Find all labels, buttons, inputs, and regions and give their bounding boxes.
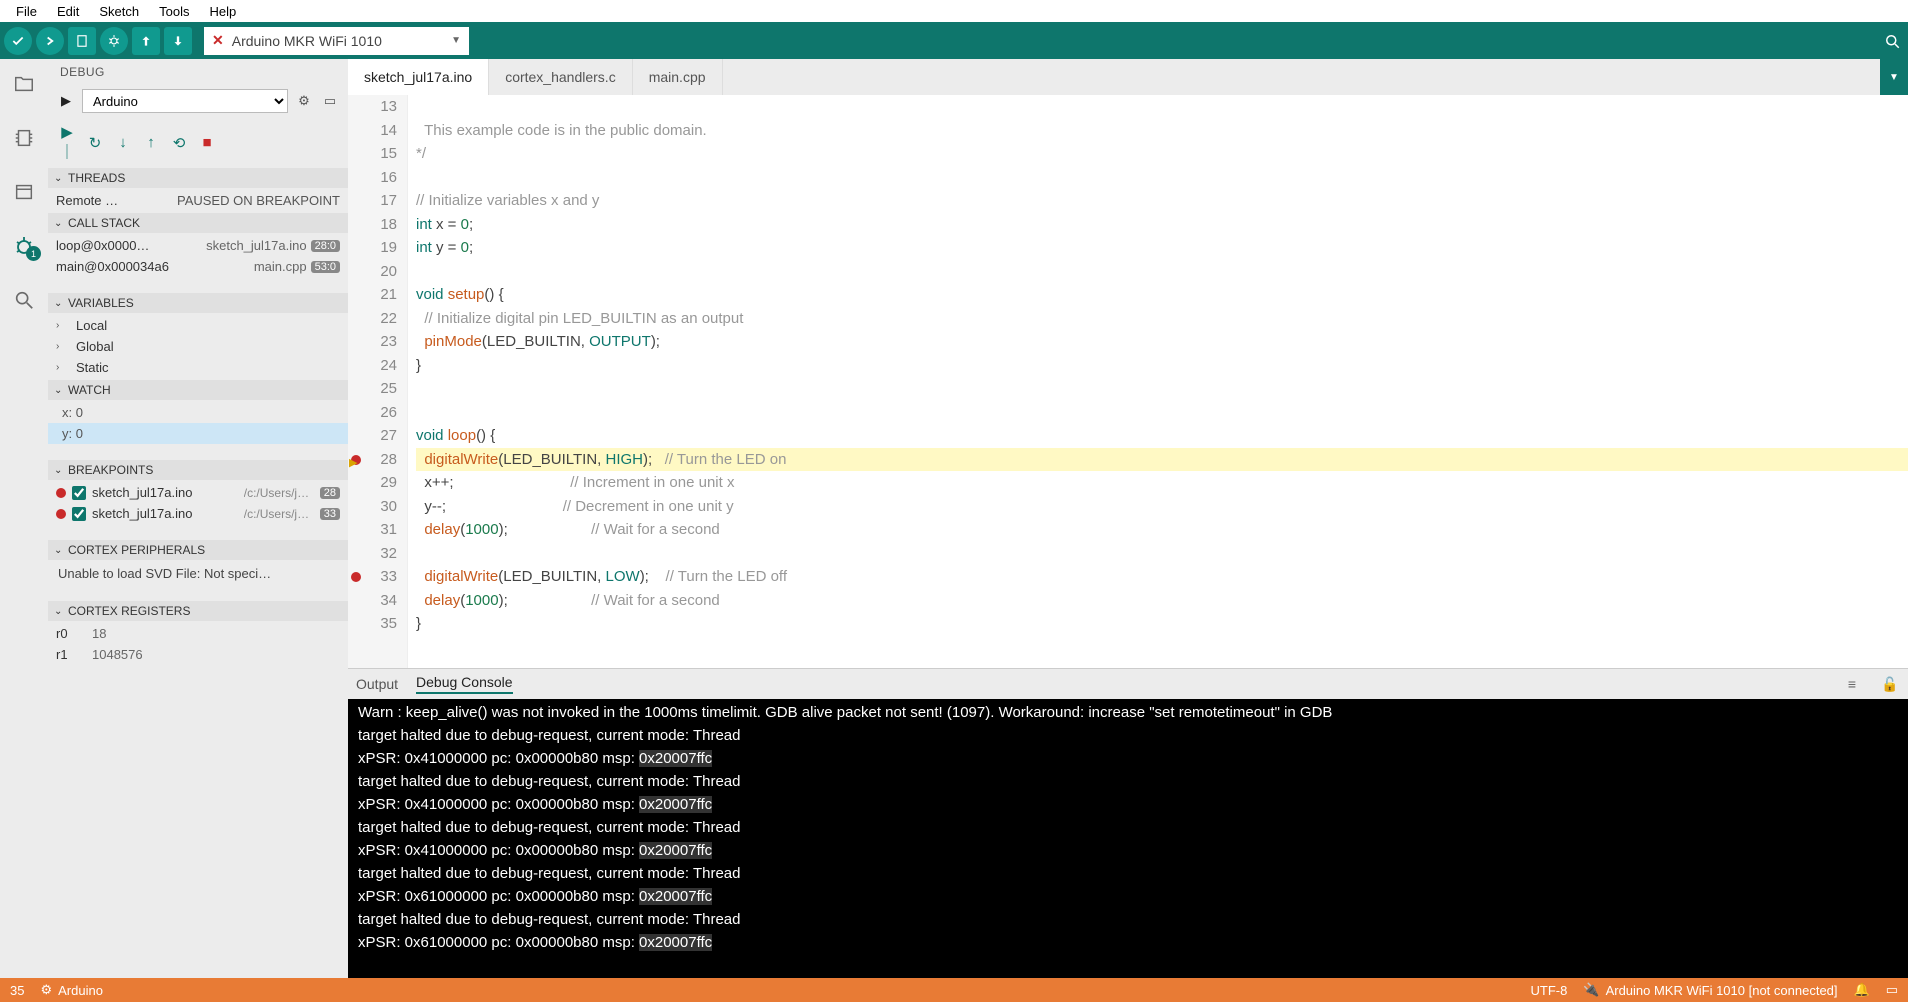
watch-item[interactable]: y: 0 — [48, 423, 348, 444]
debug-console-toggle-icon[interactable]: ▭ — [320, 93, 340, 109]
breakpoint-row[interactable]: sketch_jul17a.ino/c:/Users/jo…33 — [48, 503, 348, 524]
watch-header[interactable]: ⌄WATCH — [48, 380, 348, 400]
register-row[interactable]: r018 — [48, 623, 348, 644]
panel-title: DEBUG — [48, 59, 348, 85]
status-lang[interactable]: ⚙ Arduino — [40, 982, 102, 998]
verify-button[interactable] — [4, 27, 32, 55]
restart-button[interactable]: ⟲ — [170, 134, 188, 152]
register-row[interactable]: r11048576 — [48, 644, 348, 665]
bottom-tabs: Output Debug Console ≡ 🔓 — [348, 669, 1908, 699]
save-button[interactable] — [164, 27, 192, 55]
bottom-tab[interactable]: Output — [356, 676, 398, 692]
tabs-more-button[interactable]: ▼ — [1880, 59, 1908, 95]
stackframe-row[interactable]: loop@0x0000…sketch_jul17a.ino28:0 — [48, 235, 348, 256]
debug-panel: DEBUG ▶ Arduino ⚙ ▭ ▶｜ ↻ ↓ ↑ ⟲ ■ ⌄THREAD… — [48, 59, 348, 978]
callstack-header[interactable]: ⌄CALL STACK — [48, 213, 348, 233]
breakpoint-row[interactable]: sketch_jul17a.ino/c:/Users/jo…28 — [48, 482, 348, 503]
start-debug-button[interactable]: ▶ — [56, 93, 76, 109]
search-icon[interactable] — [11, 287, 37, 313]
debug-config-select[interactable]: Arduino — [82, 89, 288, 113]
status-bar: 35 ⚙ Arduino UTF-8 🔌 Arduino MKR WiFi 10… — [0, 978, 1908, 1002]
menu-file[interactable]: File — [6, 4, 47, 19]
toolbar: ✕ Arduino MKR WiFi 1010 ▼ — [0, 22, 1908, 59]
open-button[interactable] — [132, 27, 160, 55]
upload-button[interactable] — [36, 27, 64, 55]
menubar: FileEditSketchToolsHelp — [0, 0, 1908, 22]
gear-icon[interactable]: ⚙ — [294, 93, 314, 109]
menu-tools[interactable]: Tools — [149, 4, 199, 19]
menu-edit[interactable]: Edit — [47, 4, 89, 19]
bottom-tab[interactable]: Debug Console — [416, 674, 513, 694]
cortex-peripherals-msg: Unable to load SVD File: Not speci… — [48, 560, 348, 587]
bottom-panel: Output Debug Console ≡ 🔓 Warn : keep_aliv… — [348, 668, 1908, 978]
debug-console[interactable]: Warn : keep_alive() was not invoked in t… — [348, 699, 1908, 978]
step-over-button[interactable]: ↻ — [86, 134, 104, 152]
editor-tabs: sketch_jul17a.inocortex_handlers.cmain.c… — [348, 59, 1908, 95]
editor-tab[interactable]: cortex_handlers.c — [489, 59, 633, 95]
serial-plotter-button[interactable] — [1880, 29, 1904, 53]
breakpoints-header[interactable]: ⌄BREAKPOINTS — [48, 460, 348, 480]
wrap-icon[interactable]: ≡ — [1842, 676, 1862, 692]
close-panel-icon[interactable]: ▭ — [1886, 982, 1898, 998]
variable-scope[interactable]: ›Local — [48, 315, 348, 336]
chevron-down-icon: ▼ — [451, 35, 461, 46]
explorer-icon[interactable] — [11, 71, 37, 97]
variable-scope[interactable]: ›Static — [48, 357, 348, 378]
debug-badge: 1 — [26, 246, 41, 261]
breakpoint-checkbox[interactable] — [72, 507, 86, 521]
activity-bar: 1 — [0, 59, 48, 978]
board-invalid-icon: ✕ — [212, 32, 224, 49]
cortex-registers-header[interactable]: ⌄CORTEX REGISTERS — [48, 601, 348, 621]
variable-scope[interactable]: ›Global — [48, 336, 348, 357]
new-sketch-button[interactable] — [68, 27, 96, 55]
breakpoint-dot-icon — [56, 488, 66, 498]
debug-controls: ▶｜ ↻ ↓ ↑ ⟲ ■ — [48, 117, 348, 168]
bell-icon[interactable]: 🔔 — [1854, 982, 1870, 998]
debug-button[interactable] — [100, 27, 128, 55]
status-board[interactable]: 🔌 Arduino MKR WiFi 1010 [not connected] — [1583, 982, 1837, 998]
stop-button[interactable]: ■ — [198, 134, 216, 151]
breakpoint-marker-icon[interactable] — [351, 572, 361, 582]
menu-help[interactable]: Help — [199, 4, 246, 19]
continue-button[interactable]: ▶｜ — [58, 123, 76, 162]
breakpoint-checkbox[interactable] — [72, 486, 86, 500]
variables-header[interactable]: ⌄VARIABLES — [48, 293, 348, 313]
breakpoint-dot-icon — [56, 509, 66, 519]
step-into-button[interactable]: ↓ — [114, 134, 132, 151]
debug-icon[interactable]: 1 — [11, 233, 37, 259]
board-selector[interactable]: ✕ Arduino MKR WiFi 1010 ▼ — [204, 27, 469, 55]
editor-tab[interactable]: sketch_jul17a.ino — [348, 59, 489, 95]
status-encoding[interactable]: UTF-8 — [1531, 983, 1568, 998]
stackframe-row[interactable]: main@0x000034a6main.cpp53:0 — [48, 256, 348, 277]
menu-sketch[interactable]: Sketch — [89, 4, 149, 19]
current-line-arrow-icon: ▶ — [349, 452, 357, 476]
boards-icon[interactable] — [11, 125, 37, 151]
threads-header[interactable]: ⌄THREADS — [48, 168, 348, 188]
editor-tab[interactable]: main.cpp — [633, 59, 723, 95]
board-name: Arduino MKR WiFi 1010 — [232, 33, 382, 49]
thread-row[interactable]: Remote …PAUSED ON BREAKPOINT — [48, 190, 348, 211]
library-icon[interactable] — [11, 179, 37, 205]
lock-scroll-icon[interactable]: 🔓 — [1880, 676, 1900, 693]
status-line[interactable]: 35 — [10, 983, 24, 998]
step-out-button[interactable]: ↑ — [142, 134, 160, 151]
watch-item[interactable]: x: 0 — [48, 402, 348, 423]
cortex-peripherals-header[interactable]: ⌄CORTEX PERIPHERALS — [48, 540, 348, 560]
code-editor[interactable]: ▶ 13141516171819202122232425262728293031… — [348, 95, 1908, 668]
